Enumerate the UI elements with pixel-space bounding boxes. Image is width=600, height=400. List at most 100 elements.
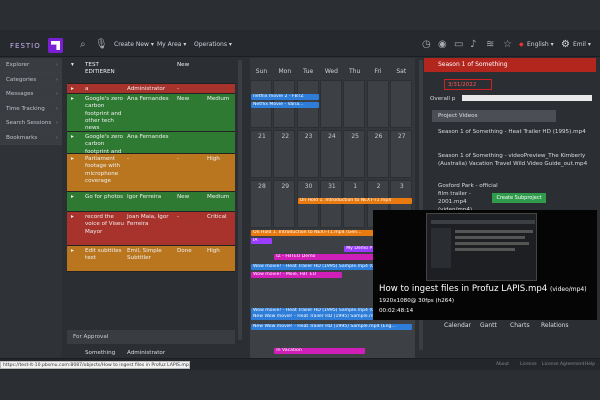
project-video-item[interactable]: Season 1 of Something - videoPreview_The… xyxy=(438,152,588,168)
task-assignee: Emil, Simple Subtitler xyxy=(127,248,162,262)
weekday-label: Wed xyxy=(324,68,338,75)
for-approval-header[interactable]: For Approval xyxy=(67,330,235,344)
task-expand-icon[interactable]: ▾ xyxy=(71,62,81,68)
sidebar-item-messages[interactable]: Messages xyxy=(0,87,62,102)
calendar-event[interactable]: IA xyxy=(251,238,273,244)
tooltip-mime: (video/mp4) xyxy=(550,286,587,293)
task-expand-icon[interactable]: ▸ xyxy=(71,86,81,92)
calendar-day-cell[interactable]: 31 xyxy=(319,180,342,228)
footer-help[interactable]: Help xyxy=(585,362,595,367)
task-row[interactable]: ▸ Parliament footage with microphone cove… xyxy=(67,154,235,192)
calendar-day-cell[interactable]: 25 xyxy=(343,130,366,178)
language-menu[interactable]: English ▾ xyxy=(527,41,554,48)
footer-license[interactable]: License xyxy=(520,362,537,367)
tooltip-meta: 1920x1080@ 30fps (h264) xyxy=(379,298,455,304)
operations-menu[interactable]: Operations ▾ xyxy=(194,41,232,48)
calendar-day-cell[interactable]: 27 xyxy=(389,130,412,178)
day-number: 24 xyxy=(328,133,336,140)
sidebar-item-explorer[interactable]: Explorer xyxy=(0,58,62,73)
calendar-day-cell[interactable] xyxy=(343,80,366,128)
task-title: Parliament footage with microphone cover… xyxy=(85,156,121,184)
bell-icon[interactable]: ♪ xyxy=(470,39,476,50)
sidebar-item-search-sessions[interactable]: Search Sessions xyxy=(0,116,62,131)
stream-icon[interactable]: ≋ xyxy=(486,39,494,50)
due-date-badge[interactable]: 3/31/2022 xyxy=(444,79,492,90)
calendar-day-cell[interactable] xyxy=(366,80,389,128)
task-row[interactable]: ▸ a Administrator - xyxy=(67,84,235,94)
task-row[interactable]: ▸Google's zero carbon footprint and othe… xyxy=(67,94,235,132)
tab-calendar[interactable]: Calendar xyxy=(444,322,471,329)
search-icon[interactable]: ⌕ xyxy=(80,39,86,50)
calendar-day-cell[interactable]: 21 xyxy=(250,130,272,178)
create-subproject-button[interactable]: Create Subproject xyxy=(492,193,546,203)
tab-relations[interactable]: Relations xyxy=(541,322,569,329)
calendar-event[interactable]: Wow movie! - Moie, FBT EU xyxy=(251,272,343,278)
task-row[interactable]: ▸ record the voice of Viseu Mayor Joan Mai… xyxy=(67,212,235,246)
weekday-label: Fri xyxy=(374,68,382,75)
calendar-event[interactable]: New Wow movie! - Heat Trailer HD (1995) … xyxy=(251,324,413,330)
task-expand-icon[interactable]: ▸ xyxy=(71,194,81,200)
my-area-menu[interactable]: My Area ▾ xyxy=(157,41,186,48)
clock-icon[interactable]: ◷ xyxy=(422,39,431,50)
day-number: 28 xyxy=(258,183,266,190)
calendar-day-cell[interactable]: 30 xyxy=(296,180,319,228)
day-number: 21 xyxy=(258,133,266,140)
sidebar-item-bookmarks[interactable]: Bookmarks xyxy=(0,130,62,145)
calendar-day-cell[interactable] xyxy=(319,80,342,128)
calendar-event[interactable]: On Hold 1. Introduction to NEXT-T1.mp4 xyxy=(297,198,413,204)
sidebar-item-time-tracking[interactable]: Time Tracking xyxy=(0,101,62,116)
flag-icon[interactable]: ◆ xyxy=(519,41,524,48)
task-expand-icon[interactable]: ▸ xyxy=(71,248,81,254)
calendar-day-cell[interactable]: 26 xyxy=(366,130,389,178)
app-window: FESTIO ⌕ 🎙 Create New ▾ My Area ▾ Operat… xyxy=(0,0,600,400)
star-icon[interactable]: ☆ xyxy=(503,39,512,50)
chat-icon[interactable]: ▭ xyxy=(454,39,463,50)
calendar-day-cell[interactable] xyxy=(389,80,412,128)
task-expand-icon[interactable]: ▸ xyxy=(71,134,81,140)
camera-icon[interactable]: ◉ xyxy=(438,39,447,50)
task-priority: High xyxy=(207,248,220,254)
calendar-day-cell[interactable]: 22 xyxy=(273,130,296,178)
task-row[interactable]: ▸ Edit subtitles text Emil, Simple Subtitl… xyxy=(67,246,235,272)
task-row[interactable]: ▸Google's zero carbon footprint and othe… xyxy=(67,132,235,169)
user-menu[interactable]: Emil ▾ xyxy=(573,41,591,48)
project-videos-button[interactable]: Project Videos xyxy=(432,110,556,122)
calendar-event[interactable]: In Vacation xyxy=(274,348,366,354)
task-expand-icon[interactable]: ▸ xyxy=(71,156,81,162)
tab-charts[interactable]: Charts xyxy=(510,322,530,329)
create-new-menu[interactable]: Create New ▾ xyxy=(114,41,154,48)
task-status: New xyxy=(177,194,190,200)
video-preview-tooltip: How to ingest files in Profuz LAPIS.mp4 … xyxy=(373,210,597,320)
task-status: - xyxy=(177,156,180,162)
task-row[interactable]: ▸ Go for photos Igor Ferreira New Medium xyxy=(67,192,235,212)
task-status: - xyxy=(177,86,180,92)
weekday-label: Sun xyxy=(255,68,268,75)
task-status: Done xyxy=(177,248,192,254)
calendar-day-cell[interactable]: 28 xyxy=(250,180,272,228)
calendar-day-cell[interactable]: 29 xyxy=(273,180,296,228)
calendar-day-cell[interactable]: 1 xyxy=(343,180,366,228)
gear-icon[interactable]: ⚙ xyxy=(561,39,570,50)
day-number: 23 xyxy=(304,133,313,140)
project-video-item[interactable]: Season 1 of Something - Heat Trailer HD … xyxy=(438,128,588,136)
calendar-day-cell[interactable]: 24 xyxy=(319,130,342,178)
sidebar-item-categories[interactable]: Categories xyxy=(0,72,62,87)
app-logo[interactable]: FESTIO xyxy=(10,38,65,54)
task-list-scrollbar[interactable] xyxy=(238,60,242,340)
task-row[interactable]: Something Administrator xyxy=(67,350,235,358)
tab-gantt[interactable]: Gantt xyxy=(480,322,497,329)
task-expand-icon[interactable]: ▸ xyxy=(71,214,81,220)
footer-license-agreement[interactable]: License Agreement xyxy=(542,362,584,367)
footer-about[interactable]: About xyxy=(496,362,509,367)
calendar-event[interactable]: netflix movie 2 - FBTZ xyxy=(251,94,319,100)
calendar-day-cell[interactable]: 23 xyxy=(296,130,319,178)
weekday-label: Thu xyxy=(349,68,361,75)
calendar-event[interactable]: Netflix Movie - Varia... xyxy=(251,102,319,108)
task-priority: High xyxy=(207,156,220,162)
task-expand-icon[interactable]: ▸ xyxy=(71,96,81,102)
panel-tabs: Calendar Gantt Charts Relations xyxy=(424,320,596,332)
logo-mark xyxy=(48,38,63,53)
task-row[interactable]: ▾ TEST EDITIEREN New xyxy=(67,60,235,84)
microphone-icon[interactable]: 🎙 xyxy=(95,39,108,50)
calendar-event[interactable]: IZ - FBTEU Demo xyxy=(274,254,389,260)
